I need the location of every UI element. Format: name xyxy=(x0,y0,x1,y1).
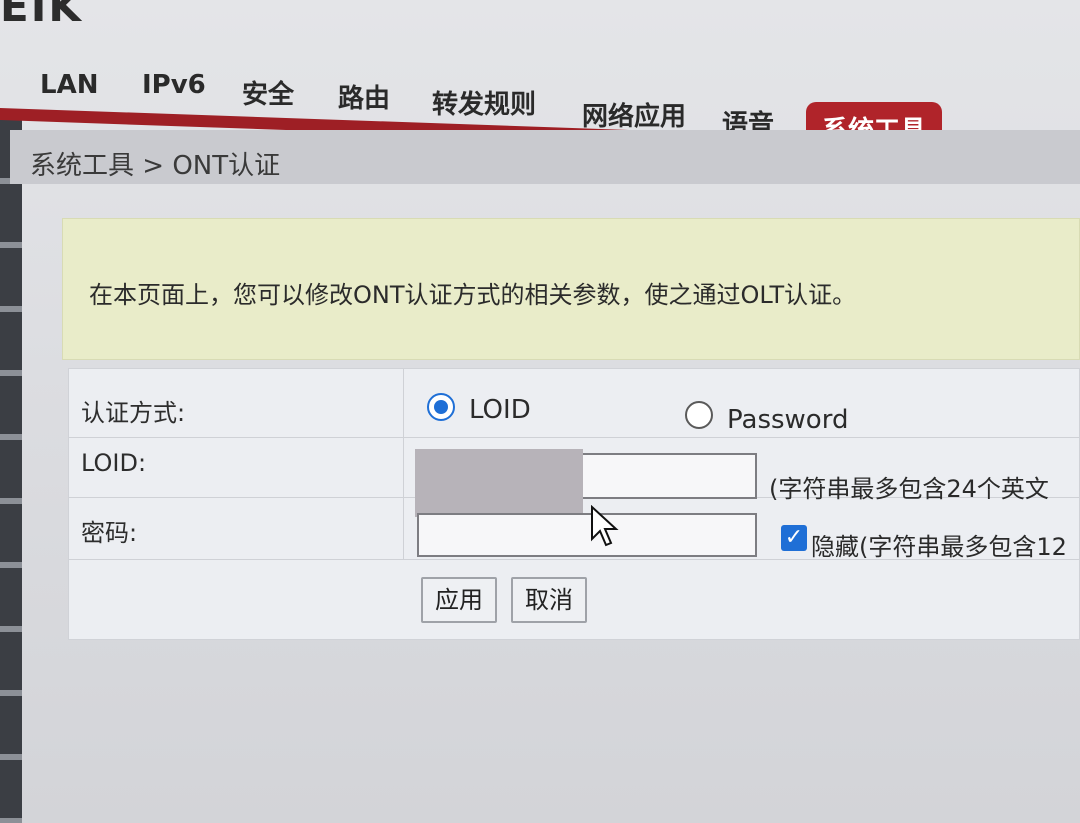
password-radio-label[interactable]: Password xyxy=(727,405,848,435)
apply-button[interactable]: 应用 xyxy=(421,577,497,623)
breadcrumb: 系统工具 > ONT认证 xyxy=(30,151,281,181)
brand-logo: EIK xyxy=(0,0,83,31)
nav-item-lan[interactable]: LAN xyxy=(40,70,98,100)
loid-hint: (字符串最多包含24个英文 xyxy=(769,475,1049,503)
mouse-cursor-icon xyxy=(591,505,619,547)
column-divider xyxy=(403,369,404,559)
info-notice: 在本页面上，您可以修改ONT认证方式的相关参数，使之通过OLT认证。 xyxy=(62,218,1080,360)
hide-password-label: 隐藏(字符串最多包含12 xyxy=(811,533,1067,561)
nav-item-forwarding[interactable]: 转发规则 xyxy=(432,84,536,121)
password-radio[interactable] xyxy=(685,401,713,429)
left-sidebar-edge xyxy=(0,120,22,823)
nav-item-network-apps[interactable]: 网络应用 xyxy=(582,96,686,133)
loid-radio-label[interactable]: LOID xyxy=(469,395,531,425)
password-input[interactable] xyxy=(417,513,757,557)
nav-item-security[interactable]: 安全 xyxy=(242,74,294,111)
loid-radio[interactable] xyxy=(427,393,455,421)
password-label: 密码: xyxy=(81,519,138,547)
auth-method-label: 认证方式: xyxy=(81,399,186,427)
hide-password-checkbox[interactable]: ✓ xyxy=(781,525,807,551)
ont-auth-form: 认证方式: LOID Password LOID: (字符串最多包含24个英文 … xyxy=(68,368,1080,640)
router-admin-screen: EIK LAN IPv6 安全 路由 转发规则 网络应用 语音 系统工具 系统工… xyxy=(0,0,1080,823)
notice-text: 在本页面上，您可以修改ONT认证方式的相关参数，使之通过OLT认证。 xyxy=(89,281,857,309)
nav-item-ipv6[interactable]: IPv6 xyxy=(142,70,206,100)
nav-item-routing[interactable]: 路由 xyxy=(338,78,390,115)
loid-label: LOID: xyxy=(81,449,147,477)
cancel-button[interactable]: 取消 xyxy=(511,577,587,623)
redacted-value xyxy=(415,449,583,517)
row-divider xyxy=(69,437,1079,438)
